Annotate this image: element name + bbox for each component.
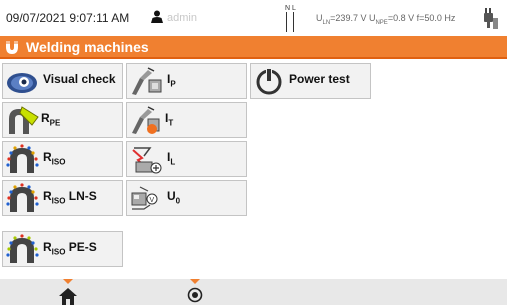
ip-sub: P <box>170 79 176 89</box>
riso-ln-s-suffix: LN-S <box>65 189 97 203</box>
plug-icon <box>484 8 498 29</box>
riso-pe-s-label: RISO PE-S <box>43 240 97 256</box>
it-probe-icon <box>132 106 160 134</box>
svg-text:V: V <box>150 197 155 204</box>
il-test-button[interactable]: IL <box>126 141 247 177</box>
measurements: ULN=239.7 V UNPE=0.8 V f=50.0 Hz <box>316 13 455 26</box>
rpe-main: R <box>41 111 50 125</box>
riso-label: RISO <box>43 150 65 166</box>
it-test-button[interactable]: IT <box>126 102 247 138</box>
rpe-test-button[interactable]: RPE <box>2 102 123 138</box>
ip-probe-icon <box>132 67 162 95</box>
u0-sub: 0 <box>175 196 181 206</box>
nl-indicator: N L <box>285 5 296 32</box>
bottom-nav-bar <box>0 279 507 305</box>
riso-ln-s-main: R <box>43 189 52 203</box>
eye-icon <box>7 73 37 93</box>
ip-label: IP <box>167 72 176 88</box>
riso-magnet-icon <box>6 144 39 173</box>
riso-ln-s-test-button[interactable]: RISO LN-S <box>2 180 123 216</box>
riso-pe-s-main: R <box>43 240 52 254</box>
record-marker <box>190 279 200 284</box>
visual-check-button[interactable]: Visual check <box>2 63 123 99</box>
riso-ln-s-sub: ISO <box>51 196 66 206</box>
riso-pe-s-test-button[interactable]: RISO PE-S <box>2 231 123 267</box>
user-name: admin <box>167 12 197 24</box>
home-marker <box>63 279 73 284</box>
page-title: Welding machines <box>26 39 149 55</box>
power-test-label: Power test <box>289 72 350 86</box>
home-icon <box>59 288 77 305</box>
record-button[interactable] <box>184 279 206 305</box>
user-icon <box>151 10 163 23</box>
status-bar: 09/07/2021 9:07:11 AM admin N L ULN=239.… <box>0 0 507 36</box>
welding-magnet-icon <box>6 41 18 54</box>
home-button[interactable] <box>57 279 79 305</box>
u-npe-sub: NPE <box>375 19 388 26</box>
rpe-magnet-icon <box>9 106 39 134</box>
u-npe-value: =0.8 V <box>387 13 415 23</box>
rpe-sub: PE <box>49 118 61 128</box>
riso-pe-s-sub: ISO <box>51 247 66 257</box>
rpe-label: RPE <box>41 111 60 127</box>
riso-test-button[interactable]: RISO <box>2 141 123 177</box>
riso-ln-s-magnet-icon <box>6 183 39 212</box>
u0-test-button[interactable]: V U0 <box>126 180 247 216</box>
it-sub: T <box>168 118 174 128</box>
frequency: f=50.0 Hz <box>416 13 456 23</box>
title-bar: Welding machines <box>0 36 507 59</box>
u0-label: U0 <box>167 189 180 205</box>
record-icon <box>187 287 203 303</box>
nl-n-label: N <box>285 5 290 12</box>
il-leakage-icon <box>132 147 162 174</box>
riso-sub: ISO <box>51 157 66 167</box>
riso-pe-s-suffix: PE-S <box>65 240 97 254</box>
riso-ln-s-label: RISO LN-S <box>43 189 97 205</box>
u0-main: U <box>167 189 176 203</box>
power-test-button[interactable]: Power test <box>250 63 371 99</box>
power-icon <box>256 68 282 95</box>
nl-l-label: L <box>292 5 296 12</box>
il-sub: L <box>170 157 176 167</box>
datetime: 09/07/2021 9:07:11 AM <box>6 11 130 25</box>
it-label: IT <box>165 111 173 127</box>
u-ln-value: =239.7 V <box>330 13 367 23</box>
ip-test-button[interactable]: IP <box>126 63 247 99</box>
riso-main: R <box>43 150 52 164</box>
u0-probe-icon: V <box>131 186 158 210</box>
visual-check-label: Visual check <box>43 72 116 86</box>
il-label: IL <box>167 150 175 166</box>
riso-pe-s-magnet-icon <box>6 234 39 263</box>
